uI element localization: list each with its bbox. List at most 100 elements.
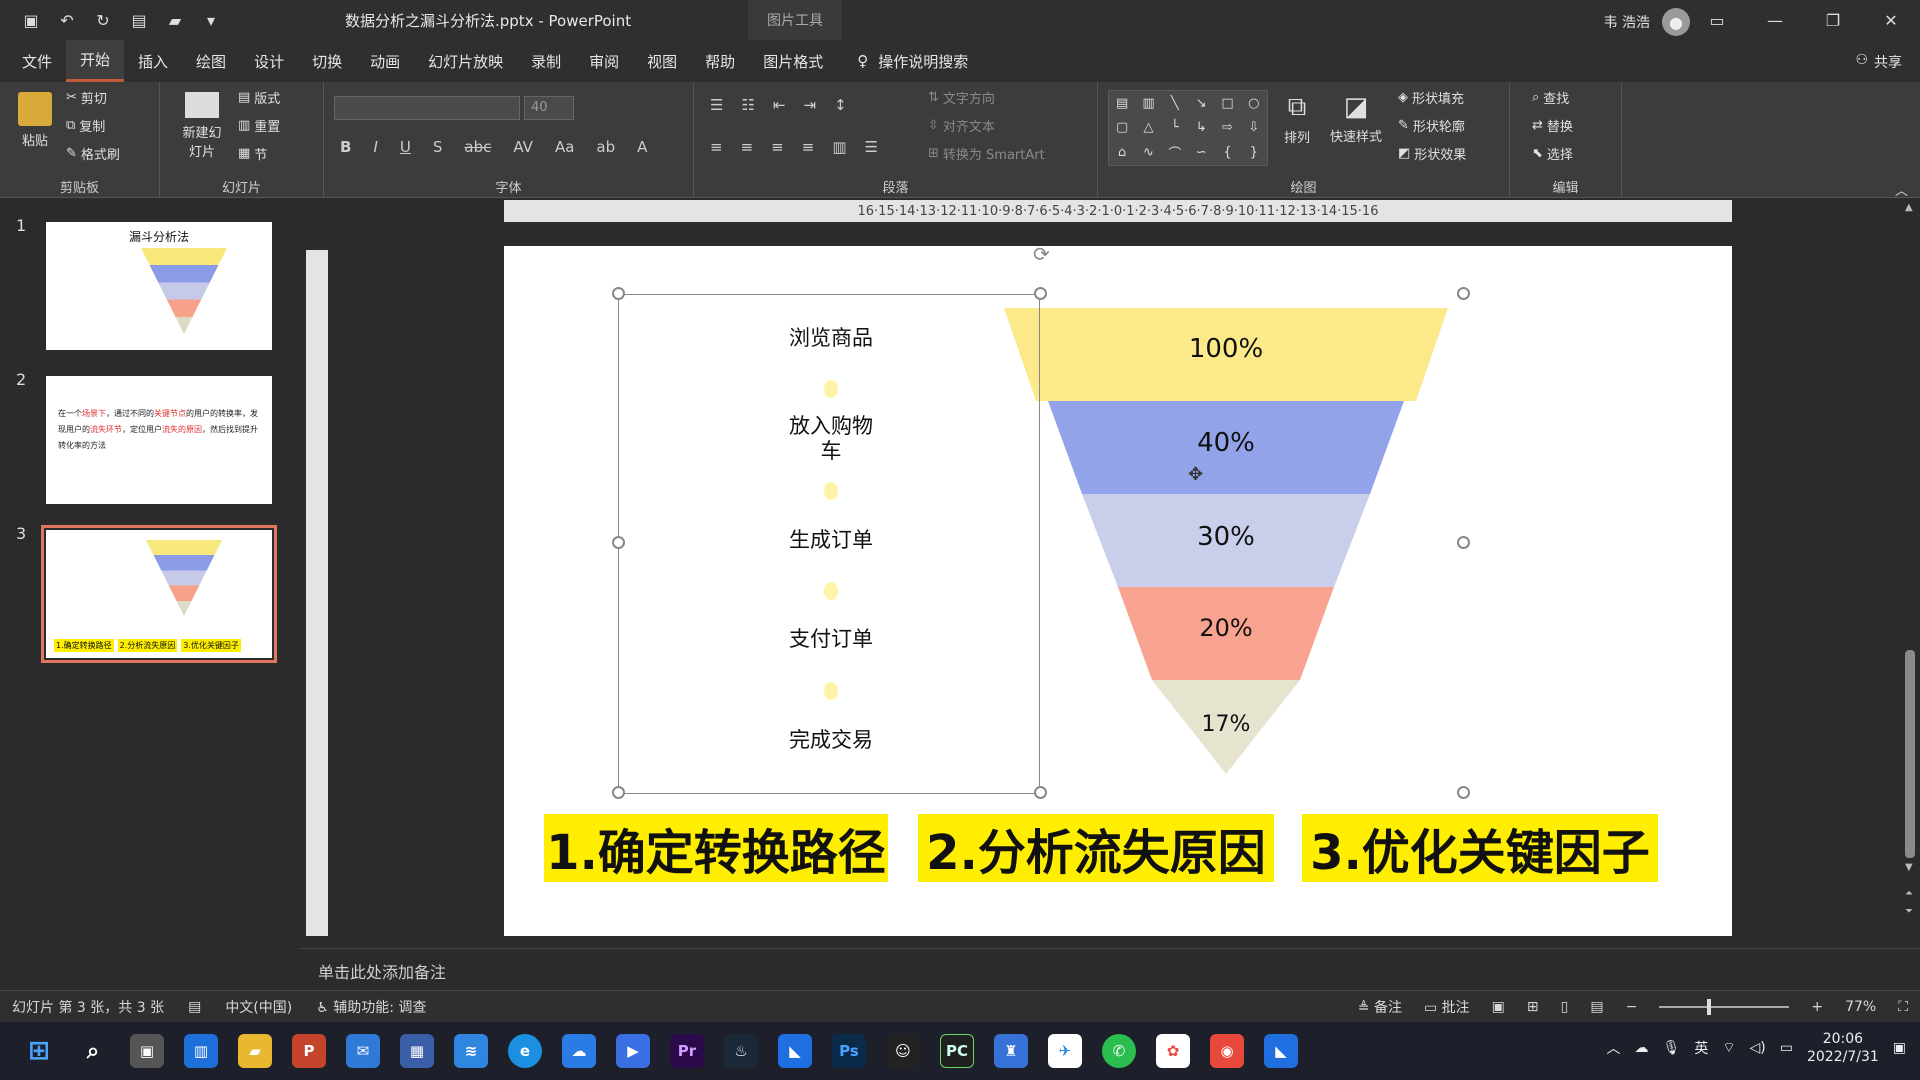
redo-icon[interactable]: ↻ [90,7,116,33]
tab-picture-format[interactable]: 图片格式 [749,40,837,82]
smartart-button[interactable]: ⊞ 转换为 SmartArt [928,144,1045,163]
thumbnail-slide-3[interactable]: 1.确定转换路径 2.分析流失原因 3.优化关键因子 [41,525,277,663]
numbering-icon[interactable]: ☷ [741,96,754,114]
save-icon[interactable]: ▣ [18,7,44,33]
user-account[interactable]: 韦 浩浩 ● [1604,8,1690,36]
avatar[interactable]: ● [1662,8,1690,36]
steam-icon[interactable]: ♨ [724,1034,758,1068]
char-spacing-icon[interactable]: AV [513,138,533,156]
collapse-ribbon-icon[interactable]: ︿ [1895,180,1908,199]
zoom-out-icon[interactable]: − [1626,999,1638,1015]
highlight-icon[interactable]: ab [596,138,615,156]
vtextbox-icon[interactable]: ▥ [1135,96,1161,111]
mic-icon[interactable]: 🎙 [1663,1040,1681,1056]
align-text-button[interactable]: ⇳ 对齐文本 [928,116,995,135]
arc-icon[interactable]: ⌒ [1162,143,1188,162]
present-icon[interactable]: ▤ [126,7,152,33]
brace-right-icon[interactable]: } [1241,145,1267,160]
powerpoint-icon[interactable]: P [292,1034,326,1068]
scrollbar-thumb[interactable] [1905,650,1915,858]
underline-icon[interactable]: U [400,138,411,156]
resize-handle[interactable] [1457,287,1470,300]
select-button[interactable]: ⬉ 选择 [1532,144,1573,163]
wechat-icon[interactable]: ✆ [1102,1034,1136,1068]
app-icon[interactable]: ≋ [454,1034,488,1068]
app-icon-4[interactable]: ✿ [1156,1034,1190,1068]
curve-icon[interactable]: ∽ [1188,145,1214,160]
triangle-icon[interactable]: △ [1135,120,1161,135]
resize-handle[interactable] [1457,786,1470,799]
windows-start-icon[interactable]: ⊞ [22,1034,56,1068]
new-slide-button[interactable]: 新建幻灯片 [180,92,224,160]
align-center-icon[interactable]: ≡ [741,138,754,156]
undo-icon[interactable]: ↶ [54,7,80,33]
format-painter-button[interactable]: ✎ 格式刷 [66,144,120,163]
slide-canvas[interactable]: ⟳ 浏览商品 放入购物 车 生成订单 支付订单 完成交易 100% 40% 30… [504,242,1732,936]
line-icon[interactable]: ╲ [1162,96,1188,111]
fit-slide-icon[interactable]: ⛶ [1898,999,1908,1015]
qq-icon[interactable]: ☺ [886,1034,920,1068]
align-left-icon[interactable]: ≡ [710,138,723,156]
zoom-app-icon[interactable]: ▶ [616,1034,650,1068]
vertical-ruler[interactable] [306,250,328,936]
tab-view[interactable]: 视图 [633,40,691,82]
widgets-icon[interactable]: ▥ [184,1034,218,1068]
ime-indicator[interactable]: 英 [1694,1038,1708,1058]
layout-button[interactable]: ▤ 版式 [238,88,280,107]
font-color-icon[interactable]: A [637,138,647,156]
notification-icon[interactable]: ▣ [1893,1040,1906,1056]
accessibility-status[interactable]: ♿ 辅助功能: 调查 [304,997,438,1017]
search-icon[interactable]: ⌕ [76,1034,110,1068]
section-button[interactable]: ▦ 节 [238,144,267,163]
thumbnail-slide-2[interactable]: 在一个场景下，通过不同的关键节点的用户的转换率，发现用户的流失环节，定位用户流失… [46,376,272,504]
change-case-icon[interactable]: Aa [555,138,574,156]
tab-insert[interactable]: 插入 [124,40,182,82]
zoom-in-icon[interactable]: + [1811,999,1823,1015]
slideshow-view-icon[interactable]: ▤ [1590,999,1603,1015]
resize-handle[interactable] [612,786,625,799]
horizontal-ruler[interactable]: 16·15·14·13·12·11·10·9·8·7·6·5·4·3·2·1·0… [504,200,1732,222]
line-spacing-icon[interactable]: ↕ [834,96,847,114]
text-direction-button[interactable]: ⇅ 文字方向 [928,88,995,107]
font-name-box[interactable] [334,96,520,120]
vertical-scrollbar[interactable]: ▲ ▼ ⏶ ⏷ [1900,198,1920,948]
tab-animations[interactable]: 动画 [356,40,414,82]
italic-icon[interactable]: I [373,138,377,156]
premiere-icon[interactable]: Pr [670,1034,704,1068]
tab-slideshow[interactable]: 幻灯片放映 [414,40,517,82]
copy-button[interactable]: ⧉ 复制 [66,116,105,135]
shape-effects-button[interactable]: ◩ 形状效果 [1398,144,1466,163]
bold-icon[interactable]: B [340,138,351,156]
font-size-box[interactable]: 40 [524,96,574,120]
spellcheck-icon[interactable]: ▤ [176,999,213,1015]
thumbnail-slide-1[interactable]: 漏斗分析法 [46,222,272,350]
slide-sorter-icon[interactable]: ⊞ [1527,999,1539,1015]
down-arrow-icon[interactable]: ⇩ [1241,120,1267,135]
close-icon[interactable]: ✕ [1862,0,1920,40]
customize-qat-icon[interactable]: ▾ [198,7,224,33]
shadow-icon[interactable]: S [433,138,443,156]
align-more-icon[interactable]: ☰ [865,138,878,156]
tab-home[interactable]: 开始 [66,40,125,82]
reading-view-icon[interactable]: ▯ [1561,999,1569,1015]
mail-icon[interactable]: ✉ [346,1034,380,1068]
file-explorer-icon[interactable]: ▰ [238,1034,272,1068]
arrange-button[interactable]: ⧉ 排列 [1284,92,1310,146]
prev-slide-icon[interactable]: ⏶ [1905,888,1913,899]
right-arrow-icon[interactable]: ⇨ [1214,120,1240,135]
tab-draw[interactable]: 绘图 [182,40,240,82]
zoom-level[interactable]: 77% [1845,999,1876,1015]
notes-toggle[interactable]: ≜ 备注 [1358,997,1402,1017]
store-icon[interactable]: ▦ [400,1034,434,1068]
tab-review[interactable]: 审阅 [575,40,633,82]
scroll-up-icon[interactable]: ▲ [1905,202,1913,213]
language-indicator[interactable]: 中文(中国) [213,997,304,1017]
tray-expand-icon[interactable]: ︿ [1607,1038,1621,1058]
photoshop-icon[interactable]: Ps [832,1034,866,1068]
justify-icon[interactable]: ≡ [802,138,815,156]
shape-fill-button[interactable]: ◈ 形状填充 [1398,88,1464,107]
resize-handle[interactable] [612,536,625,549]
align-right-icon[interactable]: ≡ [771,138,784,156]
resize-handle[interactable] [1034,786,1047,799]
textbox-icon[interactable]: ▤ [1109,96,1135,111]
